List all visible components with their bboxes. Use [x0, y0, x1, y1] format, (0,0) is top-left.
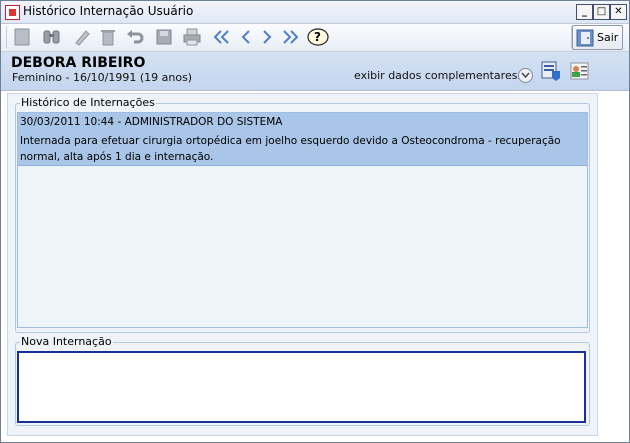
edit-icon[interactable]: [71, 26, 93, 48]
svg-text:?: ?: [314, 30, 321, 44]
history-list[interactable]: 30/03/2011 10:44 - ADMINISTRADOR DO SIST…: [17, 112, 588, 328]
save-icon[interactable]: [153, 26, 175, 48]
title-bar[interactable]: Histórico Internação Usuário _ □ ✕: [1, 1, 629, 24]
exit-label: Sair: [597, 31, 619, 44]
undo-icon[interactable]: [124, 26, 146, 48]
history-legend: Histórico de Internações: [20, 96, 156, 109]
help-icon[interactable]: ?: [307, 26, 329, 48]
patient-record-icon[interactable]: [568, 60, 590, 82]
search-icon[interactable]: [41, 26, 63, 48]
patient-name: DEBORA RIBEIRO: [11, 55, 146, 71]
new-icon[interactable]: [11, 26, 33, 48]
next-icon[interactable]: [256, 26, 278, 48]
exit-button[interactable]: Sair: [572, 25, 623, 50]
last-icon[interactable]: [279, 26, 301, 48]
main-window: Histórico Internação Usuário _ □ ✕ ? Sai…: [0, 0, 630, 443]
entry-text: Internada para efetuar cirurgia ortopédi…: [20, 135, 561, 163]
nova-internacao-input[interactable]: [17, 351, 586, 423]
content-panel: Histórico de Internações 30/03/2011 10:4…: [7, 93, 598, 436]
entry-header: 30/03/2011 10:44 - ADMINISTRADOR DO SIST…: [20, 116, 283, 128]
toolbar: ? Sair: [1, 24, 629, 52]
close-button[interactable]: ✕: [610, 4, 627, 20]
patient-card-icon[interactable]: [540, 60, 562, 82]
print-icon[interactable]: [181, 26, 203, 48]
delete-icon[interactable]: [97, 26, 119, 48]
exit-icon: [576, 29, 594, 46]
nova-legend: Nova Internação: [20, 335, 113, 348]
minimize-button[interactable]: _: [576, 4, 593, 20]
patient-info: Feminino - 16/10/1991 (19 anos): [12, 71, 193, 84]
prev-icon[interactable]: [235, 26, 257, 48]
toolbar-separator: [6, 26, 7, 48]
window-title: Histórico Internação Usuário: [23, 4, 194, 18]
more-data-link[interactable]: exibir dados complementares...: [354, 69, 528, 82]
app-icon: [5, 5, 20, 20]
patient-header: DEBORA RIBEIRO Feminino - 16/10/1991 (19…: [1, 52, 629, 91]
history-entry[interactable]: 30/03/2011 10:44 - ADMINISTRADOR DO SIST…: [18, 113, 587, 166]
nova-group: Nova Internação: [15, 335, 590, 426]
first-icon[interactable]: [211, 26, 233, 48]
maximize-button[interactable]: □: [593, 4, 610, 20]
chevron-down-icon[interactable]: [518, 68, 533, 83]
history-group: Histórico de Internações 30/03/2011 10:4…: [15, 96, 590, 333]
